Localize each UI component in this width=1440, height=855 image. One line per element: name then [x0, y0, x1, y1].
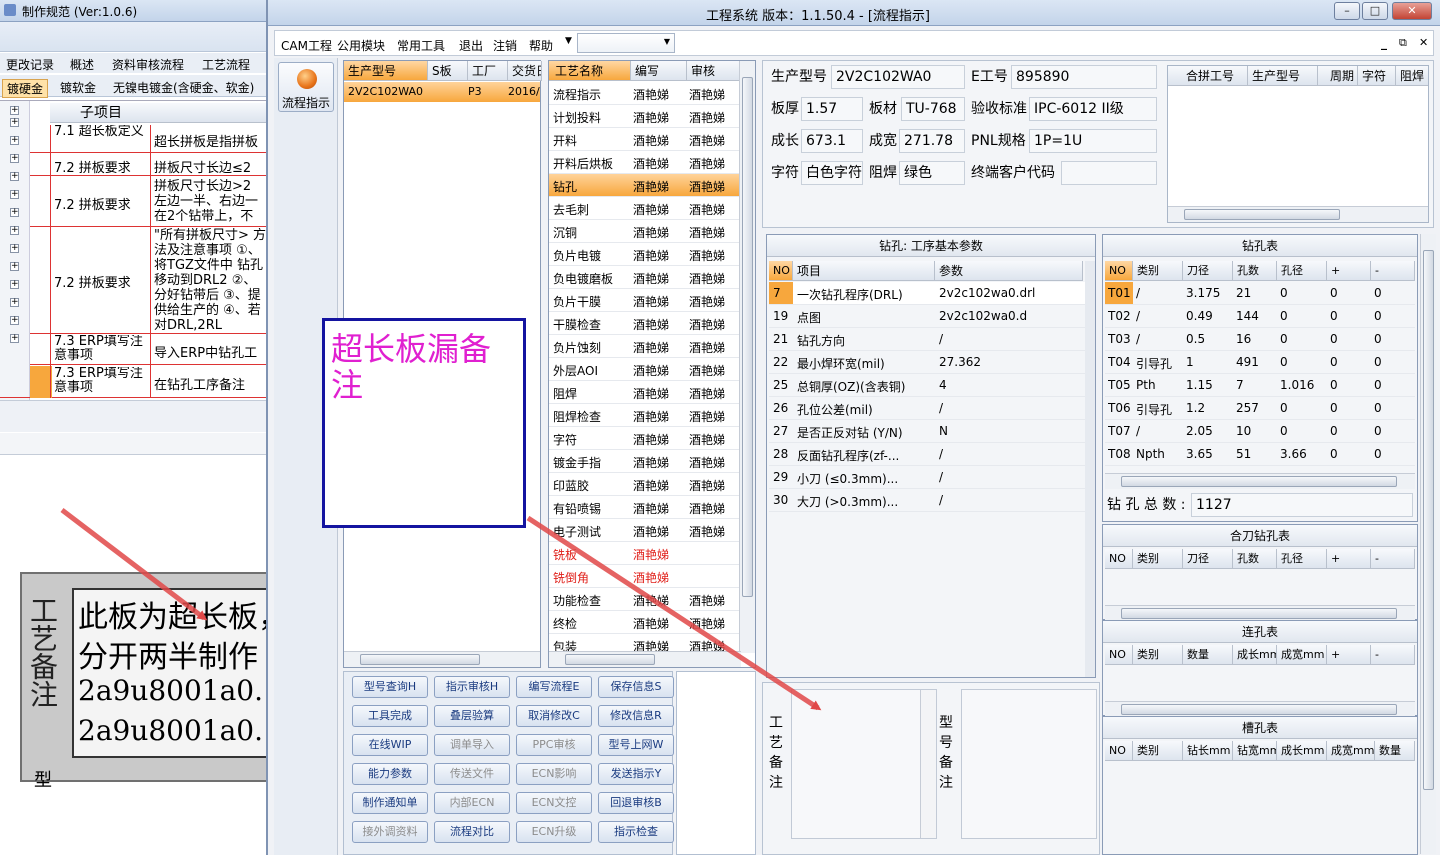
annotation-arrows	[60, 508, 822, 711]
arrow-to-zoom	[60, 508, 208, 621]
arrow-to-remark	[526, 515, 822, 711]
